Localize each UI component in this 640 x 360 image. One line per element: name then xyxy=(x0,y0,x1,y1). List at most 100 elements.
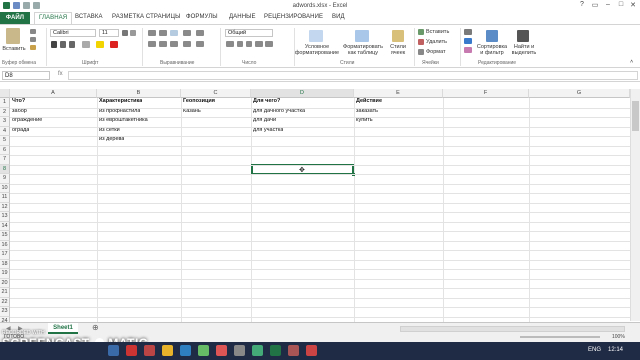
app-icon-9[interactable] xyxy=(306,345,317,356)
row-header[interactable]: 18 xyxy=(0,259,10,269)
align-center-icon[interactable] xyxy=(159,41,167,47)
horizontal-scrollbar[interactable] xyxy=(400,326,625,332)
app-icon-7[interactable] xyxy=(252,345,263,356)
number-format-combo[interactable]: Общий xyxy=(225,29,273,37)
excel-taskbar-icon[interactable] xyxy=(270,345,281,356)
underline-icon[interactable] xyxy=(69,41,75,48)
align-bottom-icon[interactable] xyxy=(170,30,178,36)
wrap-text-icon[interactable] xyxy=(196,30,204,36)
row-header[interactable]: 14 xyxy=(0,221,10,231)
row-header[interactable]: 2 xyxy=(0,107,10,117)
row-header[interactable]: 8 xyxy=(0,164,10,174)
row-header[interactable]: 22 xyxy=(0,297,10,307)
find-select-icon[interactable] xyxy=(517,30,529,42)
col-header-e[interactable]: E xyxy=(354,89,443,98)
font-size-combo[interactable]: 11 xyxy=(99,29,119,37)
conditional-format-icon[interactable] xyxy=(309,30,323,42)
tab-file[interactable]: ФАЙЛ xyxy=(0,12,30,24)
row-header[interactable]: 17 xyxy=(0,250,10,260)
row-header[interactable]: 7 xyxy=(0,155,10,165)
copy-icon[interactable] xyxy=(30,37,36,42)
paste-icon[interactable] xyxy=(6,28,20,44)
col-header-c[interactable]: C xyxy=(181,89,251,98)
app-icon-5[interactable] xyxy=(216,345,227,356)
decrease-decimal-icon[interactable] xyxy=(265,41,273,47)
row-header[interactable]: 9 xyxy=(0,174,10,184)
comma-icon[interactable] xyxy=(246,41,252,47)
browser-icon[interactable] xyxy=(162,345,173,356)
collapse-ribbon-icon[interactable]: ˄ xyxy=(630,59,633,65)
insert-cells-label[interactable]: Вставить xyxy=(426,29,449,35)
app-icon-3[interactable] xyxy=(180,345,191,356)
format-cells-icon[interactable] xyxy=(418,49,424,55)
sheet-tab-sheet1[interactable]: Sheet1 xyxy=(48,323,78,334)
col-header-g[interactable]: G xyxy=(529,89,630,98)
name-box[interactable]: D8 xyxy=(2,71,50,80)
cell-a1[interactable]: Что? xyxy=(10,98,25,104)
tab-data[interactable]: ДАННЫЕ xyxy=(229,14,256,20)
add-sheet-button[interactable]: ⊕ xyxy=(92,323,99,332)
cell-b1[interactable]: Характеристика xyxy=(97,98,142,104)
vertical-scrollbar[interactable] xyxy=(630,89,640,321)
sort-filter-label-2[interactable]: и фильтр xyxy=(474,50,510,56)
orientation-icon[interactable] xyxy=(183,30,191,36)
align-left-icon[interactable] xyxy=(148,41,156,47)
bold-icon[interactable] xyxy=(51,41,57,48)
zoom-level[interactable]: 100% xyxy=(612,334,625,340)
tab-insert[interactable]: ВСТАВКА xyxy=(75,14,103,20)
col-header-d[interactable]: D xyxy=(251,89,354,98)
clear-icon[interactable] xyxy=(464,47,472,53)
conditional-format-label-2[interactable]: форматирование xyxy=(294,50,340,56)
fx-icon[interactable]: fx xyxy=(58,71,63,77)
row-header[interactable]: 6 xyxy=(0,145,10,155)
tab-view[interactable]: ВИД xyxy=(332,14,345,20)
format-as-table-label-2[interactable]: как таблицу xyxy=(342,50,384,56)
format-cells-label[interactable]: Формат xyxy=(426,49,446,55)
format-as-table-icon[interactable] xyxy=(355,30,369,42)
merge-center-icon[interactable] xyxy=(196,41,204,47)
row-header[interactable]: 23 xyxy=(0,307,10,317)
select-all-corner[interactable] xyxy=(0,89,10,98)
close-button[interactable]: ✕ xyxy=(627,1,639,9)
ribbon-display-button[interactable]: ▭ xyxy=(589,1,601,9)
italic-icon[interactable] xyxy=(60,41,66,48)
row-header[interactable]: 12 xyxy=(0,202,10,212)
app-icon-6[interactable] xyxy=(234,345,245,356)
minimize-button[interactable]: – xyxy=(602,1,614,8)
spreadsheet-grid[interactable]: A B C D E F G 1 2 3 4 5 6 7 8 9 10 11 12 13 14 15 16 17 1… xyxy=(0,89,630,330)
language-indicator[interactable]: ENG xyxy=(588,347,601,353)
row-header[interactable]: 3 xyxy=(0,117,10,127)
fill-color-icon[interactable] xyxy=(96,41,104,48)
cell-styles-label-2[interactable]: ячеек xyxy=(386,50,410,56)
grow-font-icon[interactable] xyxy=(122,30,128,36)
font-color-icon[interactable] xyxy=(110,41,118,48)
cell-styles-icon[interactable] xyxy=(392,30,404,42)
col-header-b[interactable]: B xyxy=(97,89,181,98)
help-button[interactable]: ? xyxy=(576,1,588,8)
row-header[interactable]: 21 xyxy=(0,288,10,298)
tab-page-layout[interactable]: РАЗМЕТКА СТРАНИЦЫ xyxy=(112,14,181,20)
paste-label[interactable]: Вставить xyxy=(0,46,28,52)
format-painter-icon[interactable] xyxy=(30,45,36,50)
formula-input[interactable] xyxy=(68,71,638,80)
row-header[interactable]: 5 xyxy=(0,136,10,146)
delete-cells-label[interactable]: Удалить xyxy=(426,39,447,45)
increase-decimal-icon[interactable] xyxy=(255,41,263,47)
row-header[interactable]: 20 xyxy=(0,278,10,288)
currency-icon[interactable] xyxy=(226,41,234,47)
align-middle-icon[interactable] xyxy=(159,30,167,36)
row-header[interactable]: 16 xyxy=(0,240,10,250)
delete-cells-icon[interactable] xyxy=(418,39,424,45)
shrink-font-icon[interactable] xyxy=(130,30,136,36)
app-icon-8[interactable] xyxy=(288,345,299,356)
maximize-button[interactable]: □ xyxy=(615,1,627,8)
row-header[interactable]: 10 xyxy=(0,183,10,193)
zoom-slider[interactable] xyxy=(520,336,600,338)
row-header[interactable]: 19 xyxy=(0,269,10,279)
fill-icon[interactable] xyxy=(464,38,472,44)
file-explorer-icon[interactable] xyxy=(108,345,119,356)
col-header-a[interactable]: A xyxy=(10,89,97,98)
row-header[interactable]: 1 xyxy=(0,98,10,108)
row-header[interactable]: 13 xyxy=(0,212,10,222)
percent-icon[interactable] xyxy=(237,41,243,47)
